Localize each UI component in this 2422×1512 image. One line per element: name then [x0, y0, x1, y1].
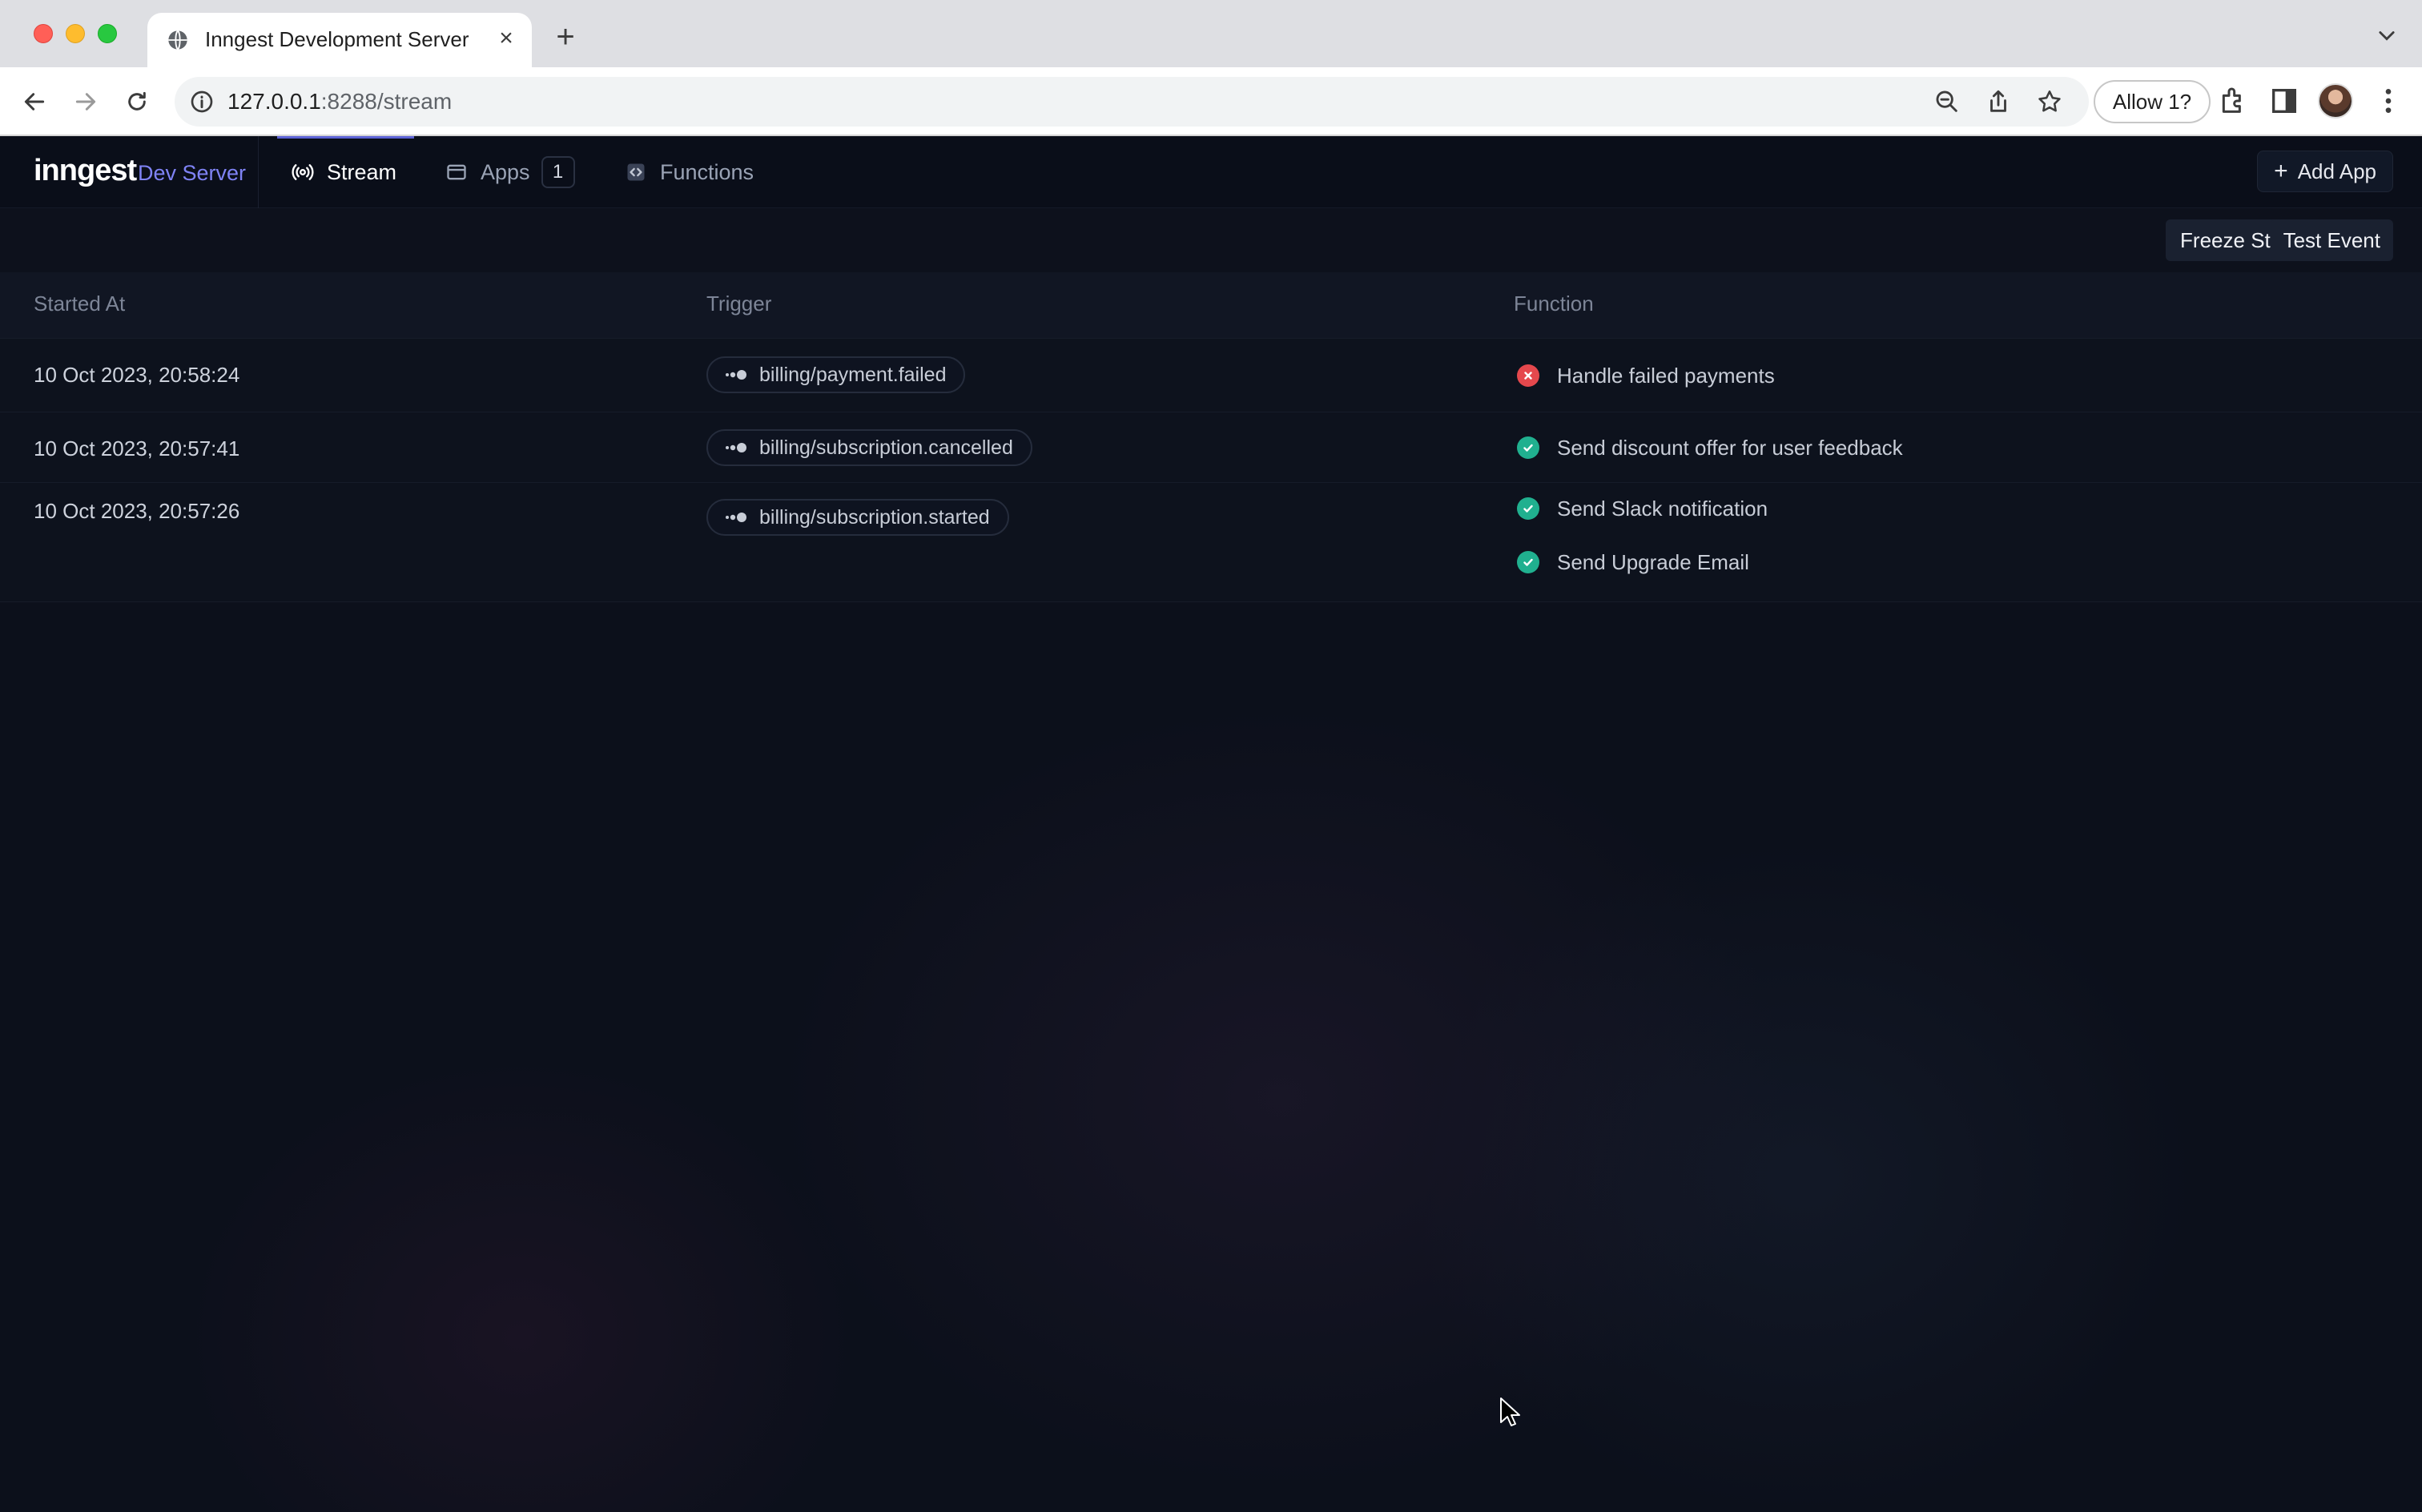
trigger-name: billing/subscription.cancelled	[759, 436, 1013, 459]
completed-status-icon	[1517, 436, 1539, 459]
browser-tab-active[interactable]: Inngest Development Server ×	[147, 13, 532, 67]
app-viewport: inngest Dev Server Stream Apps 1 Functio…	[0, 136, 2422, 1512]
function-run[interactable]: Send Slack notification	[1517, 494, 1768, 523]
column-header-trigger: Trigger	[706, 292, 772, 316]
nav-tab-stream-label: Stream	[327, 159, 397, 184]
column-header-function: Function	[1514, 292, 1594, 316]
stream-row[interactable]: 10 Oct 2023, 20:58:24 billing/payment.fa…	[0, 338, 2422, 412]
stream-row[interactable]: 10 Oct 2023, 20:57:41 billing/subscripti…	[0, 412, 2422, 482]
more-menu-icon[interactable]	[2372, 85, 2404, 117]
address-bar[interactable]: 127.0.0.1:8288/stream	[175, 77, 2089, 127]
forward-button[interactable]	[67, 83, 104, 120]
nav-tab-functions[interactable]: Functions	[625, 136, 754, 208]
new-tab-button[interactable]: +	[548, 19, 583, 54]
top-navigation: inngest Dev Server Stream Apps 1 Functio…	[0, 136, 2422, 208]
browser-titlebar: Inngest Development Server × +	[0, 0, 2422, 67]
add-app-button[interactable]: + Add App	[2257, 151, 2393, 192]
mouse-cursor-icon	[1500, 1397, 1520, 1426]
tab-title: Inngest Development Server	[205, 27, 469, 51]
trigger-pill[interactable]: billing/subscription.cancelled	[706, 429, 1032, 466]
maximize-window-button[interactable]	[98, 24, 117, 43]
trigger-pill[interactable]: billing/payment.failed	[706, 356, 966, 393]
stream-row[interactable]: 10 Oct 2023, 20:57:26 billing/subscripti…	[0, 482, 2422, 602]
window-icon	[447, 164, 466, 180]
function-run[interactable]: Handle failed payments	[1517, 361, 1775, 390]
plus-icon: +	[2274, 158, 2288, 184]
trigger-name: billing/subscription.started	[759, 505, 990, 529]
dev-server-label: Dev Server	[138, 161, 247, 185]
info-icon[interactable]	[189, 89, 215, 115]
nav-tab-apps-label: Apps	[481, 159, 530, 184]
inngest-logo[interactable]: inngest	[34, 154, 137, 188]
globe-icon	[168, 30, 187, 50]
chevron-down-icon[interactable]	[2376, 24, 2398, 46]
started-at-cell: 10 Oct 2023, 20:57:26	[34, 499, 240, 523]
minimize-window-button[interactable]	[66, 24, 85, 43]
function-name: Handle failed payments	[1557, 363, 1775, 388]
add-app-label: Add App	[2297, 159, 2376, 183]
apps-count-badge: 1	[541, 156, 575, 188]
stream-action-bar: Freeze Stream Test Event	[0, 208, 2422, 272]
share-icon[interactable]	[1985, 88, 2012, 115]
browser-toolbar: 127.0.0.1:8288/stream Allow 1?	[0, 67, 2422, 136]
extensions-icon[interactable]	[2217, 85, 2249, 117]
column-header-started-at: Started At	[34, 292, 126, 316]
allow-permission-button[interactable]: Allow 1?	[2094, 80, 2211, 123]
started-at-cell: 10 Oct 2023, 20:58:24	[34, 363, 240, 387]
arrow-left-icon	[24, 93, 45, 111]
event-trigger-icon	[726, 370, 746, 380]
completed-status-icon	[1517, 497, 1539, 520]
function-name: Send Upgrade Email	[1557, 549, 1749, 574]
event-trigger-icon	[726, 443, 746, 452]
arrow-right-icon	[75, 93, 96, 111]
function-run[interactable]: Send Upgrade Email	[1517, 548, 1749, 577]
function-name: Send Slack notification	[1557, 496, 1768, 521]
event-trigger-icon	[726, 513, 746, 522]
trigger-name: billing/payment.failed	[759, 363, 947, 386]
function-name: Send discount offer for user feedback	[1557, 435, 1903, 460]
nav-tab-apps[interactable]: Apps 1	[445, 136, 575, 208]
stream-table-header: Started At Trigger Function	[0, 272, 2422, 338]
completed-status-icon	[1517, 551, 1539, 573]
reload-button[interactable]	[119, 83, 155, 120]
failed-status-icon	[1517, 364, 1539, 387]
bookmark-star-icon[interactable]	[2036, 88, 2063, 115]
back-button[interactable]	[16, 83, 53, 120]
trigger-pill[interactable]: billing/subscription.started	[706, 499, 1009, 536]
profile-avatar[interactable]	[2318, 83, 2353, 119]
reload-icon	[128, 91, 146, 111]
function-run[interactable]: Send discount offer for user feedback	[1517, 433, 1903, 462]
code-square-icon	[627, 163, 645, 181]
close-tab-icon[interactable]: ×	[492, 24, 521, 53]
nav-tab-stream[interactable]: Stream	[276, 136, 415, 208]
nav-divider	[258, 136, 259, 208]
close-window-button[interactable]	[34, 24, 53, 43]
test-event-button[interactable]: Test Event	[2270, 219, 2393, 261]
side-panel-icon[interactable]	[2268, 85, 2300, 117]
started-at-cell: 10 Oct 2023, 20:57:41	[34, 436, 240, 460]
broadcast-icon	[292, 164, 314, 180]
zoom-icon[interactable]	[1933, 88, 1961, 115]
nav-tab-functions-label: Functions	[660, 159, 754, 184]
url-text[interactable]: 127.0.0.1:8288/stream	[227, 89, 452, 115]
